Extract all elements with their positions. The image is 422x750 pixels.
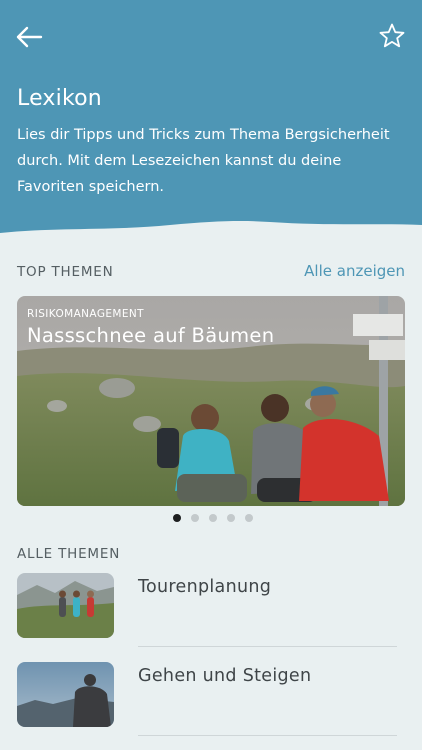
pagination-dot-2[interactable] bbox=[191, 514, 199, 522]
header-wave bbox=[0, 221, 422, 245]
pagination-dot-1[interactable] bbox=[173, 514, 181, 522]
topic-title: Tourenplanung bbox=[138, 577, 272, 597]
card-title: Nassschnee auf Bäumen bbox=[27, 324, 275, 347]
page-description: Lies dir Tipps und Tricks zum Thema Berg… bbox=[17, 127, 390, 195]
pagination-dot-5[interactable] bbox=[245, 514, 253, 522]
header: Lexikon Lies dir Tipps und Tricks zum Th… bbox=[0, 0, 422, 245]
pagination-dot-3[interactable] bbox=[209, 514, 217, 522]
arrow-left-icon bbox=[16, 26, 43, 48]
pagination-dot-4[interactable] bbox=[227, 514, 235, 522]
card-category: RISIKOMANAGEMENT bbox=[27, 308, 144, 320]
bookmark-button[interactable] bbox=[378, 22, 406, 50]
page-title: Lexikon bbox=[17, 86, 102, 111]
show-all-link[interactable]: Alle anzeigen bbox=[304, 262, 405, 280]
topic-title: Gehen und Steigen bbox=[138, 666, 312, 686]
topic-thumbnail bbox=[17, 573, 114, 638]
section-label-top-topics: TOP THEMEN bbox=[17, 264, 114, 280]
topic-item-tourenplanung[interactable]: Tourenplanung bbox=[17, 573, 405, 647]
star-icon bbox=[379, 23, 405, 48]
section-label-all-topics: ALLE THEMEN bbox=[17, 546, 121, 562]
carousel-pagination bbox=[0, 514, 422, 522]
divider bbox=[138, 646, 397, 647]
topic-thumbnail bbox=[17, 662, 114, 727]
topic-item-gehen-und-steigen[interactable]: Gehen und Steigen bbox=[17, 662, 405, 736]
back-button[interactable] bbox=[14, 24, 44, 50]
divider bbox=[138, 735, 397, 736]
featured-topic-card[interactable]: RISIKOMANAGEMENT Nassschnee auf Bäumen bbox=[17, 296, 405, 506]
